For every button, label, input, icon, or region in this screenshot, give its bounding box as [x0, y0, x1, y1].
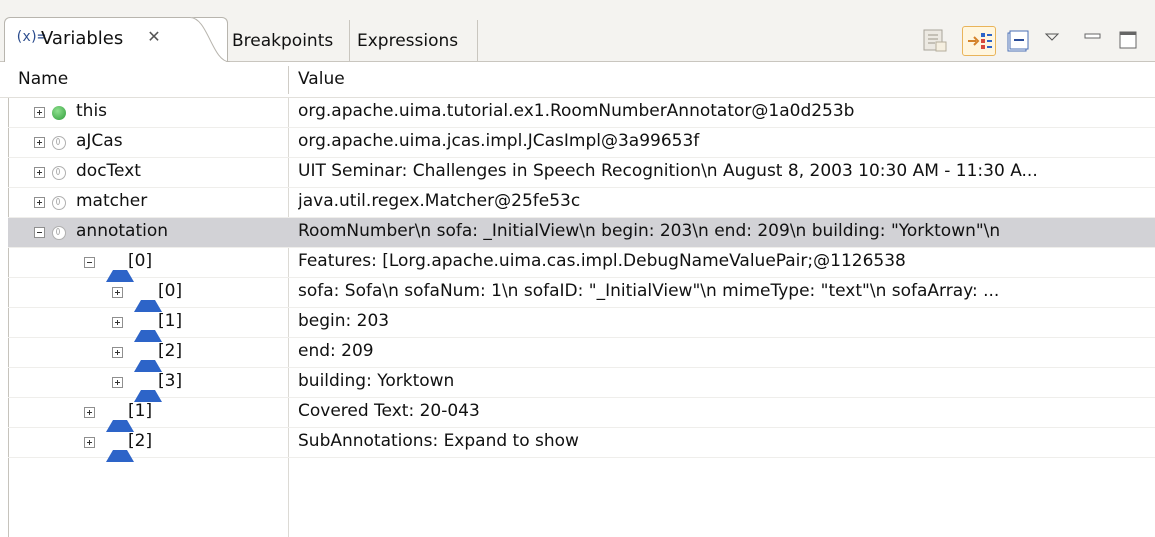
- argument-variable-icon: [52, 166, 66, 180]
- expand-icon[interactable]: [34, 167, 45, 178]
- variable-name: [2]: [158, 341, 183, 361]
- tree-row[interactable]: docText UIT Seminar: Challenges in Speech…: [8, 158, 1155, 188]
- tree-row[interactable]: [1] Covered Text: 20-043: [8, 398, 1155, 432]
- view-menu-icon[interactable]: [1042, 26, 1062, 56]
- tree-row[interactable]: matcher java.util.regex.Matcher@25fe53c: [8, 188, 1155, 218]
- variable-value: UIT Seminar: Challenges in Speech Recogn…: [298, 161, 1038, 181]
- argument-variable-icon: [52, 196, 66, 210]
- variable-value: begin: 203: [298, 311, 390, 331]
- variable-name: annotation: [76, 221, 169, 241]
- argument-variable-icon: [52, 136, 66, 150]
- variable-name: matcher: [76, 191, 148, 211]
- expand-icon[interactable]: [112, 317, 123, 328]
- tree-row[interactable]: annotation RoomNumber\n sofa: _InitialVie…: [8, 218, 1155, 248]
- variable-name: [0]: [158, 281, 183, 301]
- tree-row[interactable]: aJCas org.apache.uima.jcas.impl.JCasImpl@…: [8, 128, 1155, 158]
- local-variable-icon: [52, 106, 66, 120]
- tab-curve: [190, 17, 230, 63]
- tree-row[interactable]: [2] end: 209: [8, 338, 1155, 372]
- variable-value: end: 209: [298, 341, 374, 361]
- variable-name: this: [76, 101, 108, 121]
- variables-tree-table: this org.apache.uima.tutorial.ex1.RoomNum…: [0, 98, 1155, 537]
- argument-variable-icon: [52, 226, 66, 240]
- expand-icon[interactable]: [112, 377, 123, 388]
- variable-name: [1]: [158, 311, 183, 331]
- tree-row[interactable]: this org.apache.uima.tutorial.ex1.RoomNum…: [8, 98, 1155, 128]
- variable-value: Covered Text: 20-043: [298, 401, 480, 421]
- table-header: Name Value: [0, 62, 1155, 98]
- tree-row[interactable]: [0] sofa: Sofa\n sofaNum: 1\n sofaID: "_I…: [8, 278, 1155, 312]
- variable-name: [1]: [128, 401, 153, 421]
- collapse-icon[interactable]: [34, 227, 45, 238]
- variable-name: docText: [76, 161, 141, 181]
- expand-icon[interactable]: [34, 197, 45, 208]
- tree-row[interactable]: [3] building: Yorktown: [8, 368, 1155, 402]
- collapse-all-icon[interactable]: [1005, 26, 1031, 56]
- expand-icon[interactable]: [84, 407, 95, 418]
- tree-row[interactable]: [2] SubAnnotations: Expand to show: [8, 428, 1155, 462]
- view-tab-bar: (x)= Variables ✕ Breakpoints Expressions: [0, 0, 1155, 63]
- tree-row[interactable]: [0] Features: [Lorg.apache.uima.cas.impl.…: [8, 248, 1155, 282]
- variable-value: RoomNumber\n sofa: _InitialView\n begin:…: [298, 221, 1001, 241]
- variable-name: [3]: [158, 371, 183, 391]
- variable-value: org.apache.uima.tutorial.ex1.RoomNumberA…: [298, 101, 855, 121]
- variable-name: [2]: [128, 431, 153, 451]
- minimize-icon[interactable]: [1082, 26, 1104, 56]
- expand-icon[interactable]: [112, 287, 123, 298]
- tab-breakpoints[interactable]: Breakpoints: [226, 20, 350, 62]
- variable-value: sofa: Sofa\n sofaNum: 1\n sofaID: "_Init…: [298, 281, 1000, 301]
- variable-value: building: Yorktown: [298, 371, 455, 391]
- show-logical-structure-icon[interactable]: [962, 26, 996, 56]
- column-header-value[interactable]: Value: [298, 69, 345, 89]
- column-header-name[interactable]: Name: [18, 69, 68, 89]
- tab-variables-label: Variables: [41, 28, 124, 49]
- variable-name: aJCas: [76, 131, 123, 151]
- expand-icon[interactable]: [34, 107, 45, 118]
- close-icon[interactable]: ✕: [145, 28, 163, 46]
- column-divider[interactable]: [288, 66, 289, 94]
- variable-name: [0]: [128, 251, 153, 271]
- expand-icon[interactable]: [34, 137, 45, 148]
- maximize-icon[interactable]: [1116, 26, 1142, 56]
- variable-value: Features: [Lorg.apache.uima.cas.impl.Deb…: [298, 251, 906, 271]
- variable-value: SubAnnotations: Expand to show: [298, 431, 579, 451]
- expand-icon[interactable]: [112, 347, 123, 358]
- show-type-names-icon[interactable]: [921, 26, 951, 56]
- collapse-icon[interactable]: [84, 257, 95, 268]
- variable-value: org.apache.uima.jcas.impl.JCasImpl@3a996…: [298, 131, 700, 151]
- expand-icon[interactable]: [84, 437, 95, 448]
- variable-value: java.util.regex.Matcher@25fe53c: [298, 191, 581, 211]
- tab-expressions[interactable]: Expressions: [350, 20, 478, 62]
- tree-row[interactable]: [1] begin: 203: [8, 308, 1155, 342]
